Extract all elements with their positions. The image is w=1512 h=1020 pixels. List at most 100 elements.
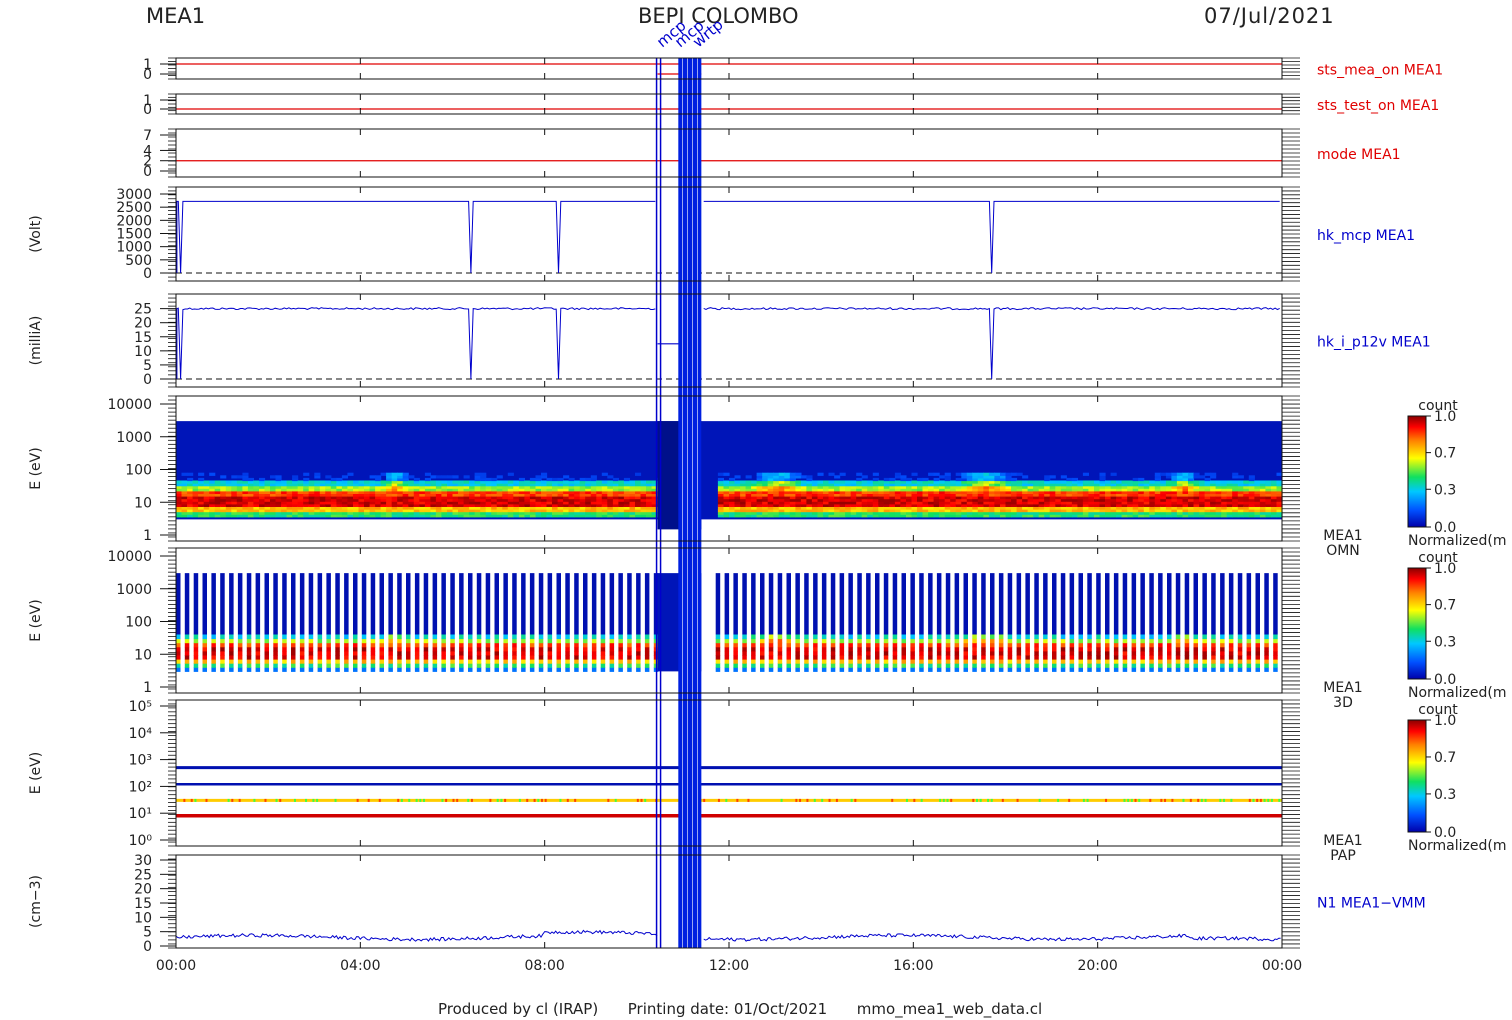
- spectrogram-cell: [591, 642, 597, 648]
- spectrogram-cell: [406, 655, 411, 660]
- spectrogram-cell: [184, 663, 190, 668]
- pap-band-speckle: [205, 798, 208, 802]
- spectrogram-cell: [990, 634, 995, 640]
- spectrogram-cell: [990, 638, 995, 644]
- spectrogram-column: [795, 573, 800, 635]
- spectrogram-cell: [211, 642, 216, 648]
- spectrogram-column: [237, 573, 243, 635]
- spectrogram-cell: [944, 472, 951, 476]
- spectrogram-cell: [299, 646, 305, 652]
- spectrogram-cell: [1202, 634, 1207, 640]
- spectrogram-cell: [574, 663, 579, 668]
- spectrogram-cell: [1034, 659, 1039, 664]
- spectrogram-cell: [742, 667, 747, 672]
- spectrogram-cell: [369, 480, 376, 484]
- pap-band-speckle: [891, 798, 894, 802]
- spectrogram-cell: [1255, 642, 1260, 648]
- spectrogram-cell: [468, 659, 473, 664]
- spectrogram-cell: [255, 646, 261, 652]
- spectrogram-cell: [370, 655, 376, 660]
- spectrogram-cell: [347, 472, 354, 476]
- spectrogram-column: [618, 573, 623, 635]
- spectrogram-cell: [476, 634, 482, 640]
- spectrogram-cell: [1043, 663, 1048, 668]
- spectrogram-cell: [762, 472, 769, 476]
- spectrogram-cell: [512, 650, 517, 656]
- spectrogram-cell: [1202, 642, 1207, 648]
- spectrogram-cell: [618, 642, 623, 648]
- spectrogram-cell: [353, 642, 358, 648]
- spectrogram-cell: [370, 646, 376, 652]
- spectrogram-cell: [291, 642, 296, 648]
- spectrogram-cell: [282, 634, 287, 640]
- spectrogram-cell: [1087, 667, 1092, 672]
- spectrogram-cell: [1011, 472, 1018, 476]
- spectrogram-cell: [740, 480, 747, 484]
- spectrogram-cell: [361, 638, 367, 644]
- spectrogram-cell: [742, 638, 747, 644]
- spectrogram-cell: [1149, 642, 1154, 648]
- spectrogram-cell: [370, 663, 376, 668]
- spectrogram-cell: [513, 480, 520, 484]
- spectrogram-cell: [414, 655, 420, 660]
- spectrogram-cell: [414, 663, 420, 668]
- spectrogram-cell: [423, 659, 429, 664]
- spectrogram-cell: [1052, 634, 1057, 640]
- spectrogram-column: [565, 573, 570, 635]
- spectrogram-cell: [1105, 667, 1110, 672]
- spectrogram-cell: [273, 638, 278, 644]
- spectrogram-cell: [1167, 642, 1172, 648]
- spectrogram-cell: [1025, 638, 1030, 644]
- spectrogram-cell: [600, 667, 606, 672]
- spectrogram-cell: [715, 659, 721, 664]
- spectrogram-cell: [627, 638, 632, 644]
- spectrogram-cell: [1237, 638, 1243, 644]
- spectrogram-cell: [830, 646, 836, 652]
- spectrogram-cell: [264, 655, 269, 660]
- spectrogram-cell: [636, 655, 641, 660]
- spectrogram-cell: [574, 638, 579, 644]
- spectrogram-cell: [1220, 638, 1225, 644]
- spectrogram-cell: [282, 663, 287, 668]
- spectrogram-cell: [724, 650, 730, 656]
- spectrogram-cell: [760, 646, 765, 652]
- y-tick-label: 0: [143, 939, 152, 955]
- spectrogram-cell: [507, 472, 514, 476]
- spectrogram-cell: [414, 667, 420, 672]
- spectrogram-cell: [317, 646, 323, 652]
- spectrogram-cell: [963, 638, 968, 644]
- spectrogram-cell: [998, 638, 1004, 644]
- spectrogram-cell: [236, 480, 243, 484]
- spectrogram-cell: [424, 477, 431, 482]
- spectrogram-cell: [220, 650, 225, 656]
- spectrogram-cell: [326, 667, 331, 672]
- spectrogram-cell: [867, 480, 874, 484]
- footer-script-name: mmo_mea1_web_data.cl: [856, 1000, 1043, 1018]
- spectrogram-cell: [828, 480, 835, 484]
- spectrogram-cell: [786, 646, 791, 652]
- y-tick-label: 0: [143, 67, 152, 83]
- spectrogram-cell: [742, 634, 747, 640]
- spectrogram-cell: [246, 646, 252, 652]
- spectrogram-cell: [353, 634, 358, 640]
- spectrogram-cell: [494, 646, 499, 652]
- spectrogram-cell: [830, 663, 836, 668]
- spectrogram-cell: [1211, 663, 1216, 668]
- spectrogram-cell: [344, 638, 349, 644]
- spectrogram-cell: [804, 659, 809, 664]
- spectrogram-cell: [972, 634, 977, 640]
- spectrogram-cell: [1025, 634, 1030, 640]
- spectrogram-cell: [767, 472, 774, 476]
- spectrogram-cell: [866, 646, 871, 652]
- spectrogram-cell: [468, 634, 473, 640]
- spectrogram-cell: [270, 475, 277, 479]
- spectrogram-cell: [273, 659, 278, 664]
- y-axis-label: E (eV): [28, 599, 44, 641]
- spectrogram-cell: [494, 650, 499, 656]
- pap-band-speckle: [456, 798, 459, 802]
- spectrogram-cell: [1158, 650, 1163, 656]
- pap-band-speckle: [942, 798, 945, 802]
- spectrogram-cell: [220, 480, 227, 484]
- spectrogram-column: [583, 573, 588, 635]
- pap-band-speckle: [1189, 798, 1192, 802]
